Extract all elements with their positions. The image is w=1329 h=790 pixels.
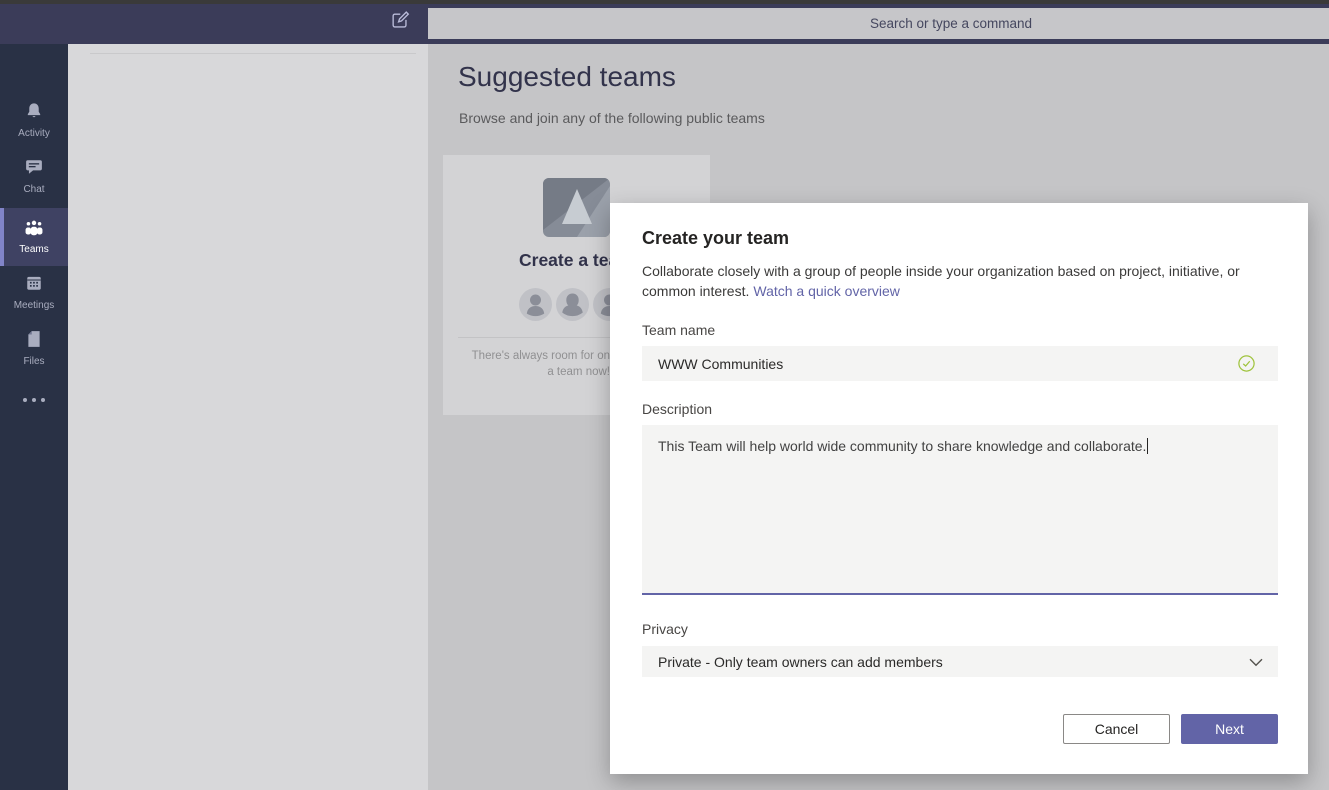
description-textarea[interactable]: This Team will help world wide community…: [642, 425, 1278, 595]
sidebar-item-label: Meetings: [14, 300, 55, 311]
team-card-footer: There's always room for on a team now!: [443, 348, 610, 380]
privacy-label: Privacy: [642, 621, 688, 637]
description-text: This Team will help world wide community…: [658, 438, 1146, 454]
cancel-button[interactable]: Cancel: [1063, 714, 1170, 744]
teams-people-icon: [24, 220, 44, 241]
text-caret: [1147, 438, 1148, 454]
team-card-image: [543, 178, 610, 237]
privacy-select[interactable]: Private - Only team owners can add membe…: [642, 646, 1278, 677]
dialog-title: Create your team: [642, 228, 789, 249]
compose-icon: [390, 9, 411, 35]
page-title: Suggested teams: [458, 61, 676, 93]
sidebar-item-chat[interactable]: Chat: [0, 158, 68, 204]
dialog-buttons: Cancel Next: [1063, 714, 1278, 744]
calendar-icon: [25, 274, 43, 297]
page-subtitle: Browse and join any of the following pub…: [459, 110, 765, 126]
sidebar-item-label: Files: [23, 356, 44, 367]
privacy-selected-value: Private - Only team owners can add membe…: [658, 654, 943, 670]
window-top-strip: [0, 0, 1329, 4]
panel-divider: [90, 53, 416, 54]
sidebar-item-label: Teams: [19, 244, 48, 255]
sidebar-item-meetings[interactable]: Meetings: [0, 274, 68, 320]
file-icon: [26, 330, 42, 353]
bell-icon: [25, 102, 43, 125]
team-name-label: Team name: [642, 322, 715, 338]
sidebar-item-label: Activity: [18, 128, 50, 139]
avatar: [556, 288, 589, 326]
dialog-description: Collaborate closely with a group of peop…: [642, 261, 1284, 301]
teams-app-window: Activity Chat Teams: [0, 0, 1329, 790]
team-name-input[interactable]: [642, 346, 1278, 381]
sidebar-item-teams[interactable]: Teams: [0, 208, 68, 266]
avatar: [519, 288, 552, 326]
chevron-down-icon: [1246, 652, 1266, 672]
team-card-title: Create a tea: [519, 250, 618, 271]
sidebar-item-activity[interactable]: Activity: [0, 102, 68, 148]
sidebar-item-label: Chat: [23, 184, 44, 195]
new-chat-button[interactable]: [388, 10, 412, 34]
command-search-bar: [428, 8, 1329, 39]
app-rail: Activity Chat Teams: [0, 44, 68, 790]
ellipsis-icon: [23, 398, 27, 402]
more-apps-button[interactable]: [0, 398, 68, 402]
description-label: Description: [642, 401, 712, 417]
search-input[interactable]: [428, 8, 1329, 39]
create-team-dialog: Create your team Collaborate closely wit…: [610, 203, 1308, 774]
next-button[interactable]: Next: [1181, 714, 1278, 744]
watch-overview-link[interactable]: Watch a quick overview: [753, 283, 900, 299]
teams-list-panel: [68, 44, 428, 790]
valid-check-icon: [1237, 354, 1256, 373]
sidebar-item-files[interactable]: Files: [0, 330, 68, 376]
title-bar: [0, 0, 1329, 44]
chat-icon: [25, 158, 43, 181]
